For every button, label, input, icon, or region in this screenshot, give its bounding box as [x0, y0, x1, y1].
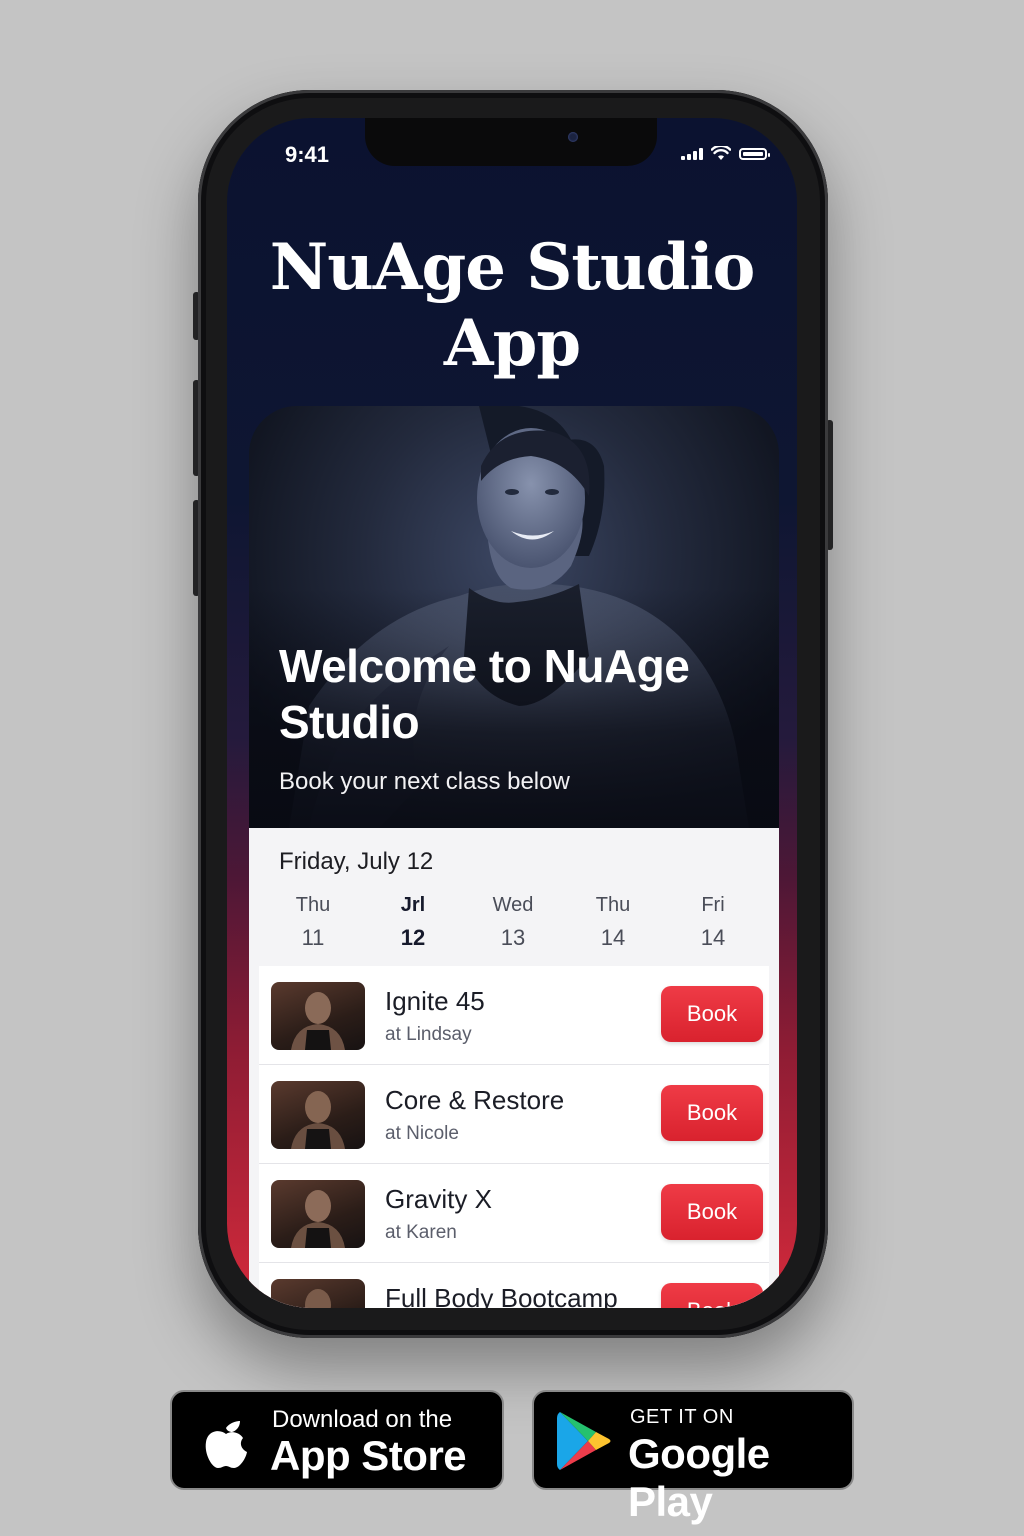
book-button[interactable]: Book [661, 1085, 763, 1141]
app-title: NuAge Studio App [269, 230, 756, 381]
book-button[interactable]: Book [661, 1283, 763, 1308]
google-play-badge[interactable]: GET IT ON Google Play [532, 1390, 854, 1525]
hero-banner: Welcome to NuAge Studio Book your next c… [249, 406, 779, 828]
apple-icon [205, 1421, 247, 1468]
hero-subtitle: Book your next class below [279, 768, 570, 795]
class-name: Ignite 45 [385, 986, 485, 1016]
day-name: Thu [595, 894, 631, 916]
instructor-thumbnail [271, 1081, 365, 1149]
day-tab-0[interactable]: Thu 11 [263, 894, 363, 951]
day-date: 14 [700, 925, 726, 950]
battery-icon [739, 147, 770, 160]
book-button[interactable]: Book [661, 986, 763, 1042]
app-store-big-text: App Store [270, 1432, 467, 1479]
class-name: Core & Restore [385, 1085, 565, 1115]
class-row[interactable]: Core & Restore at Nicole Book [259, 1065, 769, 1164]
book-button[interactable]: Book [661, 1184, 763, 1240]
cellular-signal-icon [681, 147, 703, 160]
app-store-small-text: Download on the [272, 1406, 453, 1433]
google-play-big-text: Google Play [628, 1430, 770, 1525]
day-tab-3[interactable]: Thu 14 [563, 894, 663, 951]
class-row[interactable]: Full Body Bootcamp Book [259, 1263, 769, 1308]
class-list: Ignite 45 at Lindsay Book Core & Restore… [259, 966, 769, 1308]
day-name: Fri [701, 894, 725, 916]
day-name: Jrl [400, 894, 426, 916]
day-date: 12 [400, 925, 426, 950]
class-name: Gravity X [385, 1184, 492, 1214]
status-icons [681, 146, 770, 161]
class-name: Full Body Bootcamp [385, 1283, 618, 1308]
day-date: 14 [600, 925, 626, 950]
day-date: 11 [301, 925, 325, 950]
instructor-thumbnail [271, 1180, 365, 1248]
day-tab-2[interactable]: Wed 13 [463, 894, 563, 951]
notch [365, 118, 657, 166]
class-instructor: at Karen [385, 1222, 457, 1243]
day-selector: Thu 11 Jrl 12 Wed 13 Thu 14 Fri 14 [263, 894, 763, 951]
schedule-panel: Friday, July 12 Thu 11 Jrl 12 Wed 13 Thu… [249, 828, 779, 1308]
instructor-thumbnail [271, 982, 365, 1050]
phone-screen: 9:41 NuAge Studio App Welcome to NuAge S… [227, 118, 797, 1308]
day-tab-1-selected[interactable]: Jrl 12 [363, 894, 463, 951]
wifi-icon [711, 146, 731, 160]
day-tab-4[interactable]: Fri 14 [663, 894, 763, 951]
class-instructor: at Nicole [385, 1123, 459, 1144]
class-instructor: at Lindsay [385, 1024, 472, 1045]
hero-title: Welcome to NuAge Studio [279, 640, 690, 748]
class-row[interactable]: Ignite 45 at Lindsay Book [259, 966, 769, 1065]
app-store-badge[interactable]: Download on the App Store [170, 1390, 504, 1490]
instructor-thumbnail [271, 1279, 365, 1308]
day-name: Thu [295, 894, 331, 916]
day-name: Wed [492, 894, 534, 916]
status-time: 9:41 [285, 142, 330, 167]
google-play-small-text: GET IT ON [630, 1406, 734, 1428]
class-row[interactable]: Gravity X at Karen Book [259, 1164, 769, 1263]
front-camera [568, 132, 578, 142]
day-date: 13 [500, 925, 526, 950]
selected-date-label: Friday, July 12 [279, 848, 434, 875]
google-play-icon [557, 1412, 611, 1470]
